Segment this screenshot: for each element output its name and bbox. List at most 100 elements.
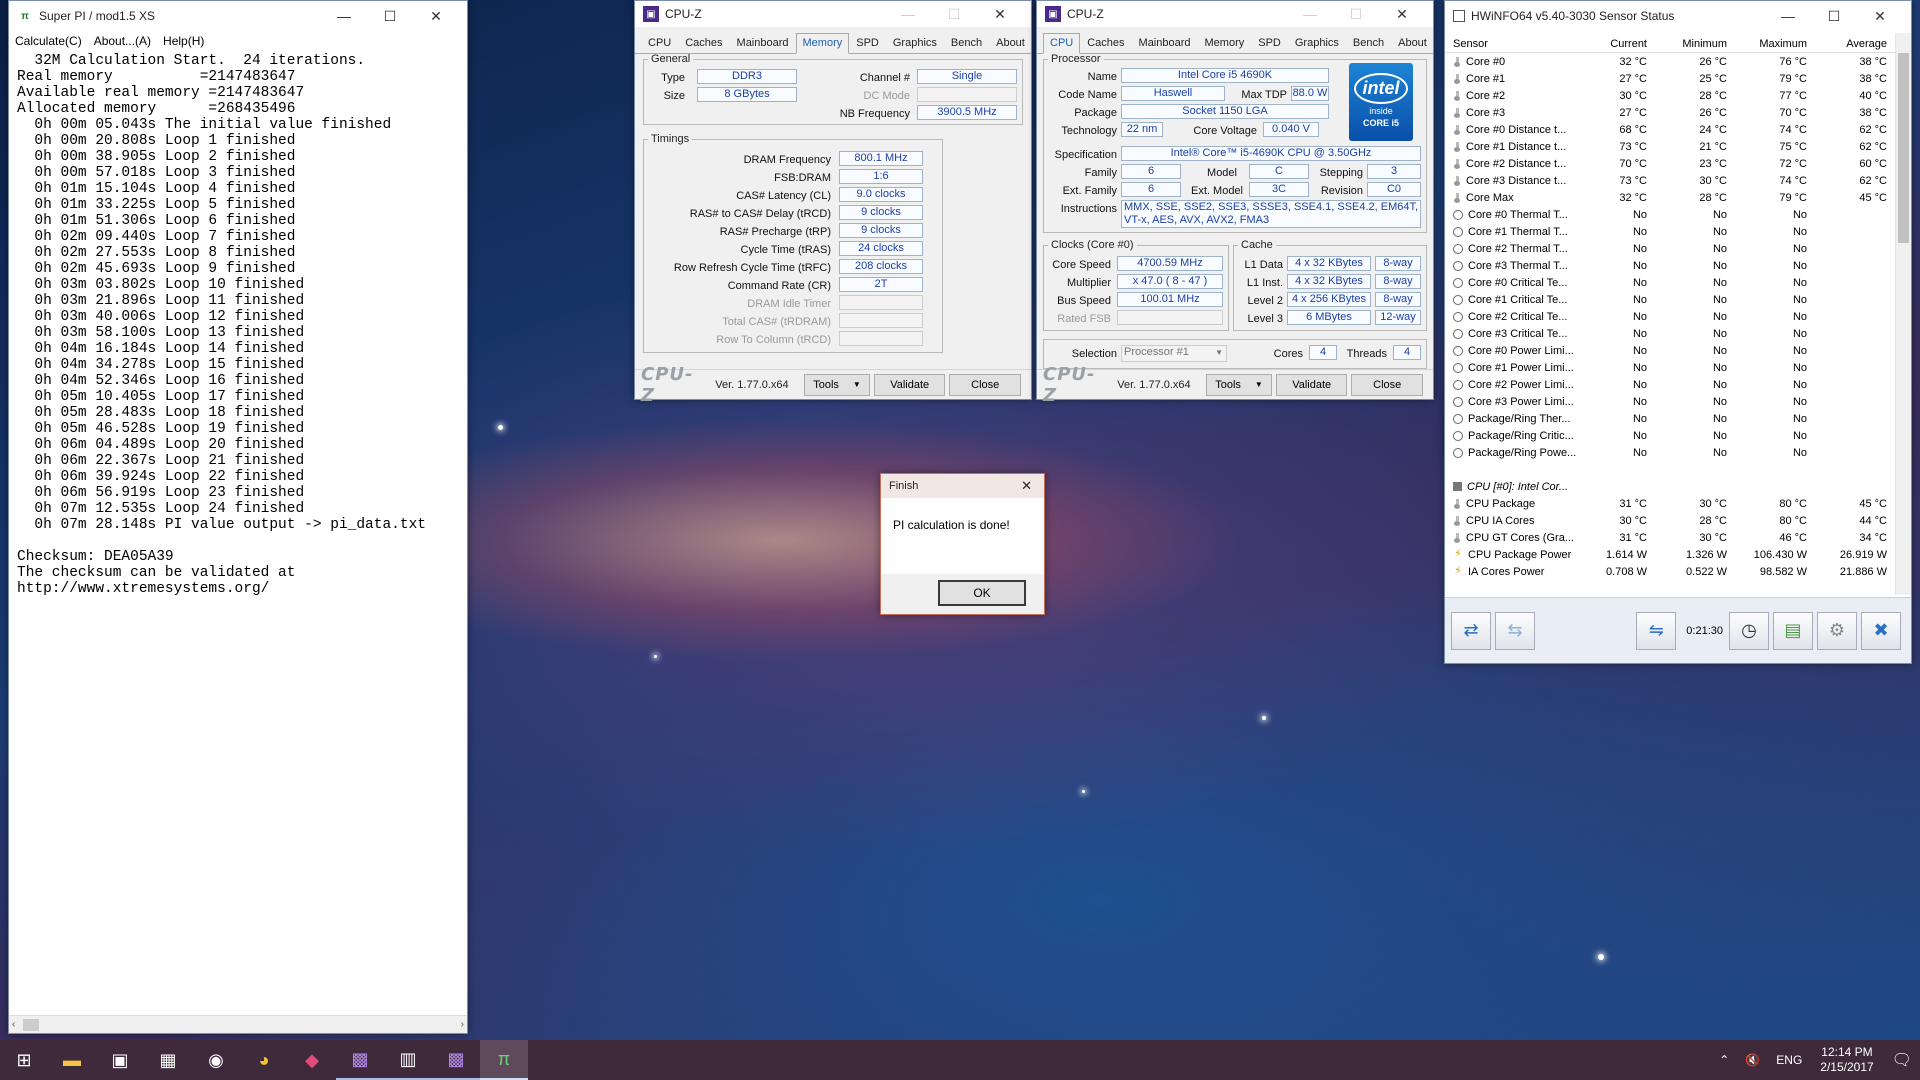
- language-indicator[interactable]: ENG: [1776, 1053, 1802, 1067]
- notifications-icon[interactable]: 🗨: [1892, 1050, 1912, 1070]
- sensor-row[interactable]: Core #3 Power Limi... No No No: [1445, 393, 1911, 410]
- cpuz-titlebar[interactable]: ▣ CPU-Z — ☐ ✕: [1037, 1, 1433, 27]
- sensor-row[interactable]: Core #0 Critical Te... No No No: [1445, 274, 1911, 291]
- sensor-row[interactable]: Core #3 Distance t... 73 °C 30 °C 74 °C 62 °…: [1445, 172, 1911, 189]
- sensor-row[interactable]: Core #0 Thermal T... No No No: [1445, 206, 1911, 223]
- maximize-button[interactable]: ☐: [367, 1, 413, 31]
- scroll-right-icon[interactable]: ›: [461, 1019, 464, 1030]
- chevron-up-icon[interactable]: ⌃: [1719, 1053, 1729, 1067]
- sensor-row[interactable]: CPU Package 31 °C 30 °C 80 °C 45 °C: [1445, 495, 1911, 512]
- sensor-row[interactable]: Core #2 30 °C 28 °C 77 °C 40 °C: [1445, 87, 1911, 104]
- hwinfo-taskbar-icon[interactable]: ▥: [384, 1040, 432, 1080]
- sensor-row[interactable]: Package/Ring Critic... No No No: [1445, 427, 1911, 444]
- sensor-row[interactable]: Package/Ring Ther... No No No: [1445, 410, 1911, 427]
- tab-graphics[interactable]: Graphics: [886, 33, 944, 53]
- sensor-row[interactable]: Core #0 Distance t... 68 °C 24 °C 74 °C 62 °…: [1445, 121, 1911, 138]
- sensor-row[interactable]: Core #2 Thermal T... No No No: [1445, 240, 1911, 257]
- col-current[interactable]: Current: [1577, 38, 1647, 50]
- sensor-row[interactable]: Core #3 Thermal T... No No No: [1445, 257, 1911, 274]
- sensor-row[interactable]: Core #1 Critical Te... No No No: [1445, 291, 1911, 308]
- tab-about[interactable]: About: [1391, 33, 1434, 53]
- col-maximum[interactable]: Maximum: [1727, 38, 1807, 50]
- clock[interactable]: 12:14 PM 2/15/2017: [1820, 1045, 1873, 1075]
- maximize-button[interactable]: ☐: [1811, 1, 1857, 31]
- tab-caches[interactable]: Caches: [678, 33, 729, 53]
- sensor-row[interactable]: Core #1 Distance t... 73 °C 21 °C 75 °C 62 °…: [1445, 138, 1911, 155]
- sensor-row[interactable]: Core #2 Power Limi... No No No: [1445, 376, 1911, 393]
- close-button[interactable]: ✕: [977, 0, 1023, 29]
- processor-select[interactable]: Processor #1 ▼: [1121, 345, 1227, 362]
- network-icon[interactable]: ⇋: [1636, 611, 1677, 650]
- minimize-button[interactable]: —: [1765, 1, 1811, 31]
- menu-calculate[interactable]: Calculate(C): [15, 34, 82, 48]
- report-icon[interactable]: ▤: [1773, 611, 1813, 650]
- maximize-button[interactable]: ☐: [931, 0, 977, 29]
- close-button[interactable]: ✕: [413, 1, 459, 31]
- sensor-row[interactable]: Core #1 Thermal T... No No No: [1445, 223, 1911, 240]
- close-button[interactable]: ✕: [1857, 1, 1903, 31]
- validate-button[interactable]: Validate: [873, 373, 946, 396]
- arrows-expand-icon[interactable]: ⇄: [1451, 611, 1491, 650]
- tab-memory[interactable]: Memory: [1198, 33, 1252, 53]
- sensor-row[interactable]: IA Cores Power 0.708 W 0.522 W 98.582 W 21.8…: [1445, 563, 1911, 580]
- menu-help[interactable]: Help(H): [163, 34, 204, 48]
- tab-caches[interactable]: Caches: [1080, 33, 1131, 53]
- close-button[interactable]: ✕: [1379, 0, 1425, 29]
- tab-mainboard[interactable]: Mainboard: [1132, 33, 1198, 53]
- col-sensor[interactable]: Sensor: [1445, 38, 1577, 50]
- settings-gear-icon[interactable]: ⚙: [1817, 611, 1857, 650]
- tab-bench[interactable]: Bench: [1346, 33, 1391, 53]
- close-button[interactable]: Close: [949, 373, 1021, 396]
- tab-about[interactable]: About: [989, 33, 1032, 53]
- dialog-titlebar[interactable]: Finish ✕: [881, 474, 1044, 498]
- sensor-row[interactable]: CPU IA Cores 30 °C 28 °C 80 °C 44 °C: [1445, 512, 1911, 529]
- sensor-row[interactable]: CPU GT Cores (Gra... 31 °C 30 °C 46 °C 34 °C: [1445, 529, 1911, 546]
- tab-bench[interactable]: Bench: [944, 33, 989, 53]
- clock-icon[interactable]: ◷: [1729, 611, 1769, 650]
- tab-cpu[interactable]: CPU: [1043, 33, 1081, 54]
- sensor-row[interactable]: Core #3 27 °C 26 °C 70 °C 38 °C: [1445, 104, 1911, 121]
- tab-spd[interactable]: SPD: [849, 33, 886, 53]
- chevron-down-icon[interactable]: ▼: [1215, 346, 1223, 359]
- maximize-button[interactable]: ☐: [1333, 0, 1379, 29]
- close-icon[interactable]: ✕: [1021, 478, 1036, 494]
- arrows-collapse-icon[interactable]: ⇆: [1495, 611, 1535, 650]
- tools-button[interactable]: Tools ▼: [1206, 373, 1272, 396]
- media-app-icon[interactable]: ▦: [144, 1040, 192, 1080]
- store-icon[interactable]: ▣: [96, 1040, 144, 1080]
- sensor-row[interactable]: Core #1 27 °C 25 °C 79 °C 38 °C: [1445, 70, 1911, 87]
- cpuz-titlebar[interactable]: ▣ CPU-Z — ☐ ✕: [635, 1, 1031, 27]
- sensor-row[interactable]: Core #1 Power Limi... No No No: [1445, 359, 1911, 376]
- app-red-icon[interactable]: ◆: [288, 1040, 336, 1080]
- sensor-row[interactable]: Core #0 32 °C 26 °C 76 °C 38 °C: [1445, 53, 1911, 70]
- cpuz-taskbar-icon[interactable]: ▩: [432, 1040, 480, 1080]
- superpi-taskbar-icon[interactable]: π: [480, 1040, 528, 1080]
- menu-about[interactable]: About...(A): [94, 34, 151, 48]
- sensor-row[interactable]: Package/Ring Powe... No No No: [1445, 444, 1911, 461]
- minimize-button[interactable]: —: [1287, 0, 1333, 29]
- validate-button[interactable]: Validate: [1275, 373, 1348, 396]
- superpi-titlebar[interactable]: π Super PI / mod1.5 XS — ☐ ✕: [9, 1, 467, 31]
- chrome-icon[interactable]: ◕: [240, 1040, 288, 1080]
- sensor-row[interactable]: Core #3 Critical Te... No No No: [1445, 325, 1911, 342]
- horizontal-scrollbar[interactable]: ‹ ›: [9, 1015, 467, 1033]
- hwinfo-titlebar[interactable]: HWiNFO64 v5.40-3030 Sensor Status — ☐ ✕: [1445, 1, 1911, 31]
- tab-memory[interactable]: Memory: [795, 33, 850, 54]
- steam-icon[interactable]: ◉: [192, 1040, 240, 1080]
- col-average[interactable]: Average: [1807, 38, 1887, 50]
- sensor-row[interactable]: CPU Package Power 1.614 W 1.326 W 106.430 W…: [1445, 546, 1911, 563]
- tab-cpu[interactable]: CPU: [641, 33, 678, 53]
- sensor-row[interactable]: Core #0 Power Limi... No No No: [1445, 342, 1911, 359]
- scroll-left-icon[interactable]: ‹: [12, 1019, 15, 1030]
- ok-button[interactable]: OK: [938, 580, 1026, 606]
- dropdown-arrow-icon[interactable]: ▼: [1255, 380, 1263, 389]
- close-button[interactable]: Close: [1351, 373, 1423, 396]
- sensor-row[interactable]: Core Max 32 °C 28 °C 79 °C 45 °C: [1445, 189, 1911, 206]
- file-explorer-icon[interactable]: ▬: [48, 1040, 96, 1080]
- tab-graphics[interactable]: Graphics: [1288, 33, 1346, 53]
- minimize-button[interactable]: —: [321, 1, 367, 31]
- tab-spd[interactable]: SPD: [1251, 33, 1288, 53]
- sensor-row[interactable]: Core #2 Critical Te... No No No: [1445, 308, 1911, 325]
- vertical-scrollbar[interactable]: [1895, 33, 1911, 595]
- exit-icon[interactable]: ✖: [1861, 611, 1901, 650]
